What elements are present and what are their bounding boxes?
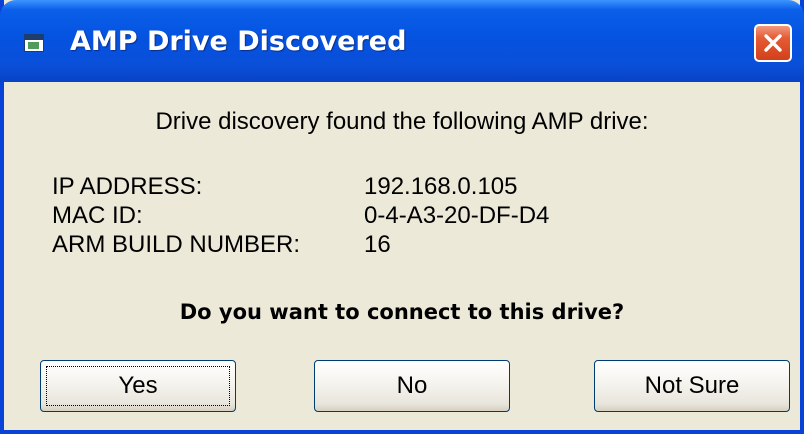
yes-button-label: Yes — [46, 366, 230, 406]
arm-build-number-value: 16 — [364, 231, 391, 258]
dialog-window: AMP Drive Discovered Drive discovery fou… — [0, 0, 804, 434]
app-window-icon — [24, 34, 44, 52]
mac-id-label: MAC ID: — [52, 202, 143, 229]
mac-id-value: 0-4-A3-20-DF-D4 — [364, 202, 550, 229]
yes-button[interactable]: Yes — [40, 360, 236, 412]
window-title: AMP Drive Discovered — [70, 26, 407, 57]
arm-build-number-label: ARM BUILD NUMBER: — [52, 231, 301, 258]
ip-address-label: IP ADDRESS: — [52, 173, 203, 200]
discovery-message: Drive discovery found the following AMP … — [155, 108, 649, 135]
close-button[interactable] — [754, 24, 792, 62]
ip-address-value: 192.168.0.105 — [364, 173, 518, 200]
no-button[interactable]: No — [314, 360, 510, 412]
not-sure-button[interactable]: Not Sure — [594, 360, 790, 412]
connect-question: Do you want to connect to this drive? — [179, 300, 625, 324]
title-bar[interactable]: AMP Drive Discovered — [0, 0, 804, 82]
close-icon — [764, 34, 782, 52]
